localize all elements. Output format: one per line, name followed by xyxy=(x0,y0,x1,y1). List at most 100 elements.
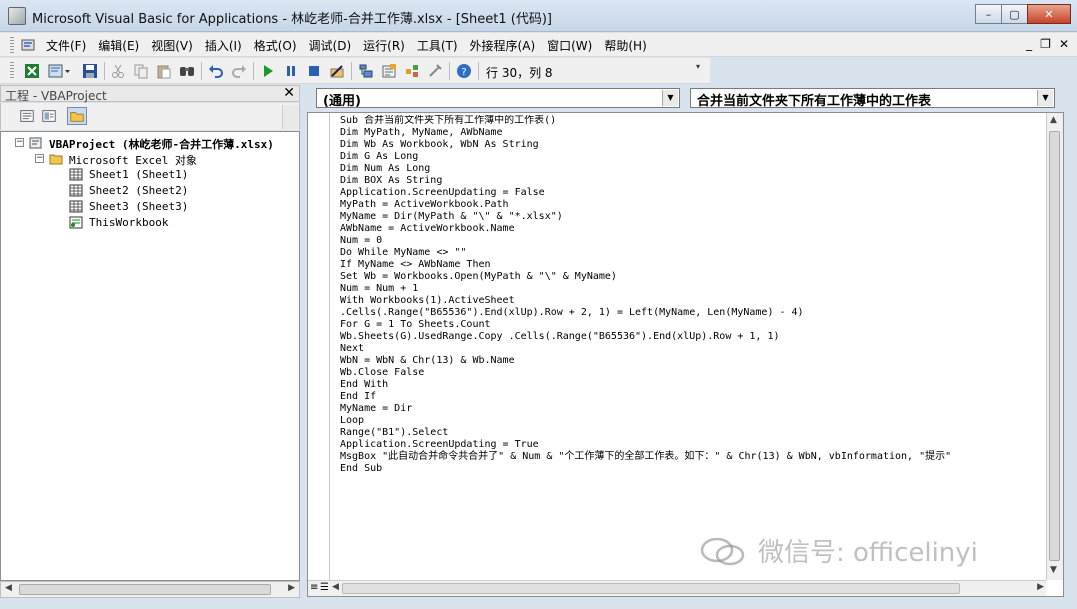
view-code-icon[interactable] xyxy=(17,107,37,125)
code-line[interactable]: Range("B1").Select xyxy=(340,427,1045,439)
code-line[interactable]: MyPath = ActiveWorkbook.Path xyxy=(340,199,1045,211)
object-browser-icon[interactable] xyxy=(404,63,420,79)
chevron-down-icon[interactable]: ▼ xyxy=(662,90,678,106)
code-line[interactable]: Wb.Close False xyxy=(340,367,1045,379)
code-line[interactable]: Application.ScreenUpdating = False xyxy=(340,187,1045,199)
code-line[interactable]: Num = Num + 1 xyxy=(340,283,1045,295)
code-line[interactable]: Dim MyPath, MyName, AWbName xyxy=(340,127,1045,139)
insert-module-icon[interactable] xyxy=(48,63,70,79)
menu-help[interactable]: 帮助(H) xyxy=(598,37,652,54)
module-system-icon[interactable] xyxy=(20,37,36,53)
scroll-thumb[interactable] xyxy=(342,583,960,594)
code-line[interactable]: Application.ScreenUpdating = True xyxy=(340,439,1045,451)
break-icon[interactable] xyxy=(283,63,299,79)
code-line[interactable]: Dim Num As Long xyxy=(340,163,1045,175)
minimize-button[interactable]: – xyxy=(975,4,1002,24)
cut-icon[interactable] xyxy=(110,63,126,79)
project-tree-hscrollbar[interactable]: ◀ ▶ xyxy=(0,581,300,598)
code-line[interactable]: Wb.Sheets(G).UsedRange.Copy .Cells(.Rang… xyxy=(340,331,1045,343)
menu-window[interactable]: 窗口(W) xyxy=(541,37,598,54)
close-button[interactable]: ✕ xyxy=(1027,4,1071,24)
project-toolbar-scroll[interactable] xyxy=(282,105,298,129)
redo-icon[interactable] xyxy=(231,63,247,79)
chevron-down-icon[interactable]: ▼ xyxy=(1037,90,1053,106)
menu-grip-handle[interactable] xyxy=(10,37,14,53)
collapse-folder-icon[interactable]: − xyxy=(35,154,44,163)
code-line[interactable]: End With xyxy=(340,379,1045,391)
scroll-left-arrow-icon[interactable]: ◀ xyxy=(5,583,12,593)
code-line[interactable]: End Sub xyxy=(340,463,1045,475)
code-line[interactable]: Dim BOX As String xyxy=(340,175,1045,187)
procedure-view-icon[interactable]: ≡ xyxy=(310,582,318,593)
scroll-up-arrow-icon[interactable]: ▲ xyxy=(1050,115,1057,125)
menu-tools[interactable]: 工具(T) xyxy=(411,37,464,54)
code-line[interactable]: End If xyxy=(340,391,1045,403)
code-line[interactable]: AWbName = ActiveWorkbook.Name xyxy=(340,223,1045,235)
copy-icon[interactable] xyxy=(133,63,149,79)
undo-icon[interactable] xyxy=(208,63,224,79)
collapse-root-icon[interactable]: − xyxy=(15,138,24,147)
tree-project-root[interactable]: VBAProject (林屹老师-合并工作薄.xlsx) xyxy=(49,136,274,152)
reset-icon[interactable] xyxy=(306,63,322,79)
code-line[interactable]: .Cells(.Range("B65536").End(xlUp).Row + … xyxy=(340,307,1045,319)
mdi-close-button[interactable]: ✕ xyxy=(1059,37,1069,51)
object-combobox[interactable]: (通用) ▼ xyxy=(316,88,680,109)
procedure-combobox[interactable]: 合并当前文件夹下所有工作薄中的工作表 ▼ xyxy=(690,88,1055,109)
code-line[interactable]: For G = 1 To Sheets.Count xyxy=(340,319,1045,331)
properties-icon[interactable] xyxy=(381,63,397,79)
scroll-right-arrow-icon[interactable]: ▶ xyxy=(288,583,295,593)
help-icon[interactable]: ? xyxy=(456,63,472,79)
scroll-right-arrow-icon[interactable]: ▶ xyxy=(1037,582,1044,592)
tree-item-sheet1[interactable]: Sheet1 (Sheet1) xyxy=(89,168,188,181)
menu-file[interactable]: 文件(F) xyxy=(40,37,92,54)
code-line[interactable]: WbN = WbN & Chr(13) & Wb.Name xyxy=(340,355,1045,367)
code-line[interactable]: Sub 合并当前文件夹下所有工作薄中的工作表() xyxy=(340,115,1045,127)
code-line[interactable]: Loop xyxy=(340,415,1045,427)
menu-run[interactable]: 运行(R) xyxy=(357,37,411,54)
toolbar-options-chevron-icon[interactable]: ▾ xyxy=(696,62,706,80)
scroll-thumb[interactable] xyxy=(1049,131,1060,561)
project-explorer-icon[interactable] xyxy=(358,63,374,79)
maximize-button[interactable]: ▢ xyxy=(1001,4,1028,24)
menu-insert[interactable]: 插入(I) xyxy=(199,37,248,54)
code-line[interactable]: MsgBox "此自动合并命令共合并了" & Num & "个工作薄下的全部工作… xyxy=(340,451,1045,463)
tree-item-thisworkbook[interactable]: ThisWorkbook xyxy=(89,216,168,229)
menu-format[interactable]: 格式(O) xyxy=(248,37,303,54)
excel-icon[interactable] xyxy=(24,63,40,79)
code-editor[interactable]: Sub 合并当前文件夹下所有工作薄中的工作表() Dim MyPath, MyNa… xyxy=(340,115,1045,575)
menu-edit[interactable]: 编辑(E) xyxy=(92,37,145,54)
save-icon[interactable] xyxy=(82,63,98,79)
code-line[interactable]: Dim Wb As Workbook, WbN As String xyxy=(340,139,1045,151)
mdi-restore-button[interactable]: ❐ xyxy=(1040,37,1051,51)
code-line[interactable]: Num = 0 xyxy=(340,235,1045,247)
code-line[interactable]: Dim G As Long xyxy=(340,151,1045,163)
code-line[interactable]: With Workbooks(1).ActiveSheet xyxy=(340,295,1045,307)
toolbox-icon[interactable] xyxy=(427,63,443,79)
tree-excel-objects-folder[interactable]: Microsoft Excel 对象 xyxy=(69,152,197,168)
toggle-folders-icon[interactable] xyxy=(67,107,87,125)
code-vscrollbar[interactable]: ▲ ▼ xyxy=(1046,113,1063,580)
scroll-down-arrow-icon[interactable]: ▼ xyxy=(1050,565,1057,575)
view-object-icon[interactable] xyxy=(39,107,59,125)
tree-item-sheet3[interactable]: Sheet3 (Sheet3) xyxy=(89,200,188,213)
code-line[interactable]: Next xyxy=(340,343,1045,355)
paste-icon[interactable] xyxy=(156,63,172,79)
menu-debug[interactable]: 调试(D) xyxy=(303,37,358,54)
project-pane-close-button[interactable]: ✕ xyxy=(283,85,295,101)
code-line[interactable]: MyName = Dir(MyPath & "\" & "*.xlsx") xyxy=(340,211,1045,223)
code-line[interactable]: Set Wb = Workbooks.Open(MyPath & "\" & M… xyxy=(340,271,1045,283)
menu-addins[interactable]: 外接程序(A) xyxy=(464,37,542,54)
run-icon[interactable] xyxy=(260,63,276,79)
code-line[interactable]: If MyName <> AWbName Then xyxy=(340,259,1045,271)
scroll-left-arrow-icon[interactable]: ◀ xyxy=(332,582,339,592)
mdi-minimize-button[interactable]: _ xyxy=(1026,37,1032,51)
code-hscrollbar[interactable]: ◀ ▶ xyxy=(330,580,1046,596)
code-line[interactable]: MyName = Dir xyxy=(340,403,1045,415)
toolbar-grip-handle[interactable] xyxy=(10,62,14,80)
scroll-thumb[interactable] xyxy=(19,584,271,595)
design-mode-icon[interactable] xyxy=(329,63,345,79)
full-module-view-icon[interactable]: ☰ xyxy=(320,582,329,593)
code-line[interactable]: Do While MyName <> "" xyxy=(340,247,1045,259)
code-margin-indicator-bar[interactable] xyxy=(308,113,330,580)
find-icon[interactable] xyxy=(179,63,195,79)
